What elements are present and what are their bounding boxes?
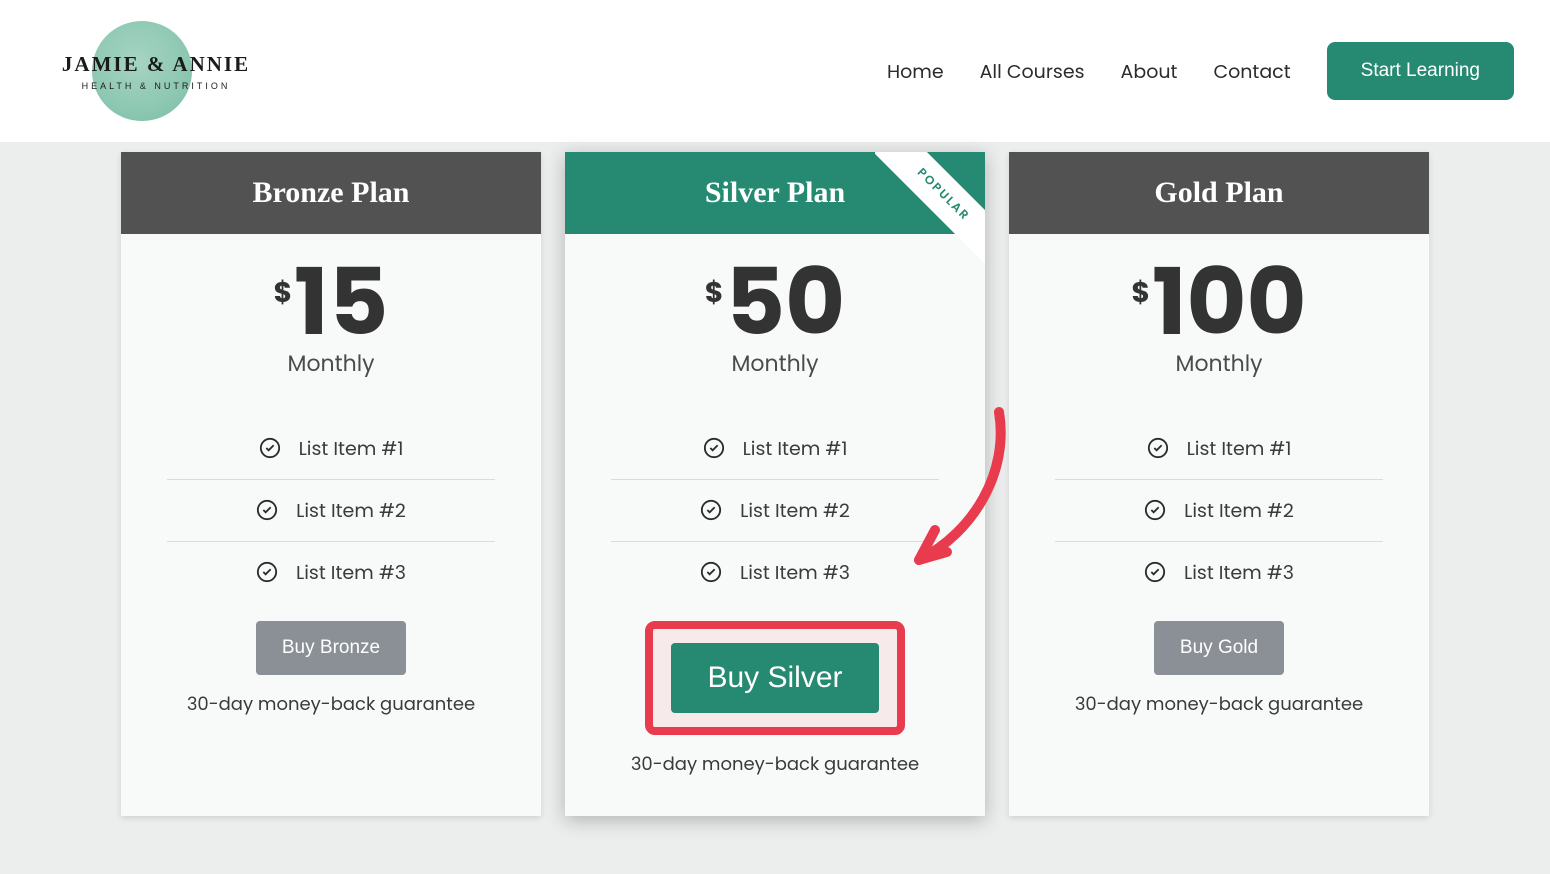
primary-nav: Home All Courses About Contact Start Lea…: [887, 42, 1514, 100]
list-item: List Item #2: [1055, 480, 1383, 542]
check-circle-icon: [1147, 437, 1169, 459]
list-item: List Item #3: [611, 542, 939, 603]
brand-logo[interactable]: JAMIE & ANNIE HEALTH & NUTRITION: [36, 21, 276, 121]
list-item: List Item #2: [167, 480, 495, 542]
start-learning-button[interactable]: Start Learning: [1327, 42, 1514, 100]
list-item: List Item #3: [167, 542, 495, 603]
feature-text: List Item #1: [743, 434, 848, 463]
plan-card-bronze: Bronze Plan $ 15 Monthly List Item #1 Li…: [121, 152, 541, 816]
feature-list-bronze: List Item #1 List Item #2 List Item #3: [167, 418, 495, 603]
check-circle-icon: [256, 561, 278, 583]
pricing-section: Bronze Plan $ 15 Monthly List Item #1 Li…: [0, 142, 1550, 856]
plan-title-gold: Gold Plan: [1009, 152, 1429, 234]
buy-gold-button[interactable]: Buy Gold: [1154, 621, 1284, 675]
guarantee-text: 30-day money-back guarantee: [631, 751, 919, 778]
billing-period: Monthly: [274, 347, 389, 380]
feature-text: List Item #1: [1187, 434, 1292, 463]
guarantee-text: 30-day money-back guarantee: [1075, 691, 1363, 718]
currency-symbol: $: [274, 272, 292, 314]
plan-title-silver: Silver Plan: [565, 152, 985, 234]
check-circle-icon: [1144, 499, 1166, 521]
brand-title: JAMIE & ANNIE: [36, 52, 276, 77]
check-circle-icon: [256, 499, 278, 521]
price-amount-bronze: 15: [294, 262, 388, 345]
check-circle-icon: [703, 437, 725, 459]
feature-list-gold: List Item #1 List Item #2 List Item #3: [1055, 418, 1383, 603]
plan-card-gold: Gold Plan $ 100 Monthly List Item #1 Lis…: [1009, 152, 1429, 816]
currency-symbol: $: [1132, 272, 1150, 314]
nav-about[interactable]: About: [1121, 57, 1178, 86]
check-circle-icon: [1144, 561, 1166, 583]
list-item: List Item #1: [611, 418, 939, 480]
plan-title-bronze: Bronze Plan: [121, 152, 541, 234]
feature-text: List Item #3: [1184, 558, 1294, 587]
check-circle-icon: [259, 437, 281, 459]
price-amount-silver: 50: [725, 262, 845, 345]
check-circle-icon: [700, 499, 722, 521]
feature-text: List Item #2: [740, 496, 850, 525]
site-header: JAMIE & ANNIE HEALTH & NUTRITION Home Al…: [0, 0, 1550, 142]
check-circle-icon: [700, 561, 722, 583]
feature-text: List Item #2: [1184, 496, 1294, 525]
brand-subtitle: HEALTH & NUTRITION: [36, 81, 276, 91]
feature-text: List Item #2: [296, 496, 406, 525]
list-item: List Item #1: [1055, 418, 1383, 480]
list-item: List Item #3: [1055, 542, 1383, 603]
logo-text-block: JAMIE & ANNIE HEALTH & NUTRITION: [36, 52, 276, 91]
nav-all-courses[interactable]: All Courses: [980, 57, 1085, 86]
price-amount-gold: 100: [1152, 262, 1307, 345]
currency-symbol: $: [705, 272, 723, 314]
price-block-silver: $ 50 Monthly: [705, 234, 845, 392]
list-item: List Item #2: [611, 480, 939, 542]
feature-text: List Item #1: [299, 434, 404, 463]
plan-card-silver: POPULAR Silver Plan $ 50 Monthly List It…: [565, 152, 985, 816]
feature-text: List Item #3: [740, 558, 850, 587]
price-block-bronze: $ 15 Monthly: [274, 234, 389, 392]
nav-contact[interactable]: Contact: [1213, 57, 1290, 86]
price-block-gold: $ 100 Monthly: [1132, 234, 1307, 392]
buy-bronze-button[interactable]: Buy Bronze: [256, 621, 406, 675]
list-item: List Item #1: [167, 418, 495, 480]
annotation-highlight-box: Buy Silver: [645, 621, 904, 735]
feature-list-silver: List Item #1 List Item #2 List Item #3: [611, 418, 939, 603]
buy-silver-button[interactable]: Buy Silver: [671, 643, 878, 713]
feature-text: List Item #3: [296, 558, 406, 587]
guarantee-text: 30-day money-back guarantee: [187, 691, 475, 718]
nav-home[interactable]: Home: [887, 57, 944, 86]
